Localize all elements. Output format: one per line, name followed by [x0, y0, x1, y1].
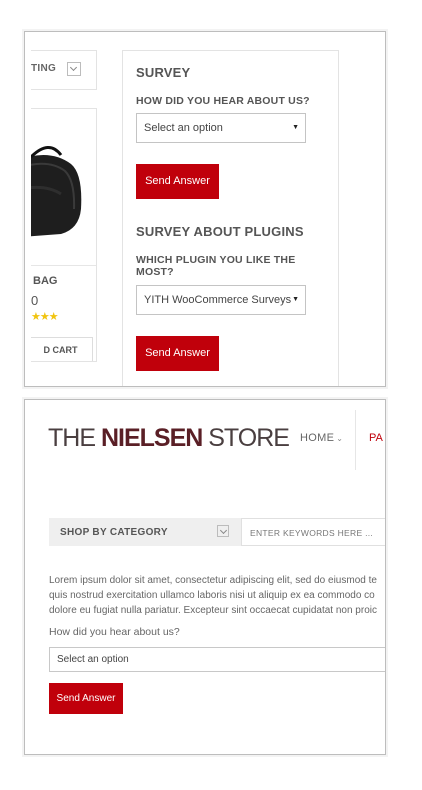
bag-product-image[interactable] [31, 129, 87, 239]
send-answer-button[interactable]: Send Answer [136, 336, 219, 371]
caret-down-icon: ▼ [292, 296, 299, 303]
category-label: SHOP BY CATEGORY [60, 527, 168, 538]
widget-title-plugins: SURVEY ABOUT PLUGINS [136, 224, 304, 239]
chevron-down-icon[interactable] [217, 525, 229, 537]
star-rating-icon: ★★★ [31, 311, 59, 323]
intro-paragraph: Lorem ipsum dolor sit amet, consectetur … [49, 573, 385, 618]
nav-item-home[interactable]: HOME ⌄ [300, 432, 343, 444]
logo-text: THE [48, 424, 101, 452]
store-page-screenshot: THE NIELSEN STORE HOME ⌄ PA SHOP BY CATEG… [24, 399, 386, 755]
sort-dropdown[interactable]: TING [31, 50, 97, 90]
paragraph-line: dolore eu fugiat nulla pariatur. Excepte… [49, 605, 377, 616]
logo-text: STORE [202, 424, 290, 452]
survey-widget-screenshot: TING BAG 0 ★★★ D CART SURVEY HOW DID YOU… [24, 31, 386, 387]
chevron-down-icon: ⌄ [336, 434, 344, 443]
send-answer-button[interactable]: Send Answer [136, 164, 219, 199]
select-value: YITH WooCommerce Surveys [144, 294, 292, 306]
caret-down-icon: ▼ [292, 124, 299, 131]
search-input[interactable] [242, 519, 385, 547]
chevron-down-icon[interactable] [67, 62, 81, 76]
plugins-question: WHICH PLUGIN YOU LIKE THE MOST? [136, 254, 296, 278]
select-value: Select an option [144, 122, 223, 134]
survey-sidebar-widget: SURVEY HOW DID YOU HEAR ABOUT US? Select… [122, 50, 339, 386]
sort-label: TING [31, 63, 57, 74]
nav-label: HOME [300, 432, 335, 444]
send-answer-button[interactable]: Send Answer [49, 683, 123, 714]
survey-answer-select[interactable]: Select an option [49, 647, 385, 672]
product-price: 0 [31, 293, 39, 308]
survey-question-label: How did you hear about us? [49, 626, 180, 638]
logo-text-bold: NIELSEN [100, 424, 203, 452]
add-to-cart-button[interactable]: D CART [31, 337, 93, 361]
search-box[interactable] [241, 518, 385, 547]
divider [31, 265, 96, 266]
store-logo[interactable]: THE NIELSEN STORE [48, 424, 290, 453]
nav-item-next[interactable]: PA [369, 432, 383, 444]
paragraph-line: quis nostrud exercitation ullamco labori… [49, 590, 375, 601]
widget-title-survey: SURVEY [136, 65, 191, 80]
product-name[interactable]: BAG [33, 275, 57, 287]
plugin-answer-select[interactable]: YITH WooCommerce Surveys ▼ [136, 285, 306, 315]
survey-answer-select[interactable]: Select an option ▼ [136, 113, 306, 143]
product-card[interactable]: BAG 0 ★★★ D CART [31, 108, 97, 362]
shop-by-category-dropdown[interactable]: SHOP BY CATEGORY [49, 518, 241, 546]
nav-divider [355, 410, 356, 470]
survey-question: HOW DID YOU HEAR ABOUT US? [136, 95, 310, 107]
paragraph-line: Lorem ipsum dolor sit amet, consectetur … [49, 575, 377, 586]
